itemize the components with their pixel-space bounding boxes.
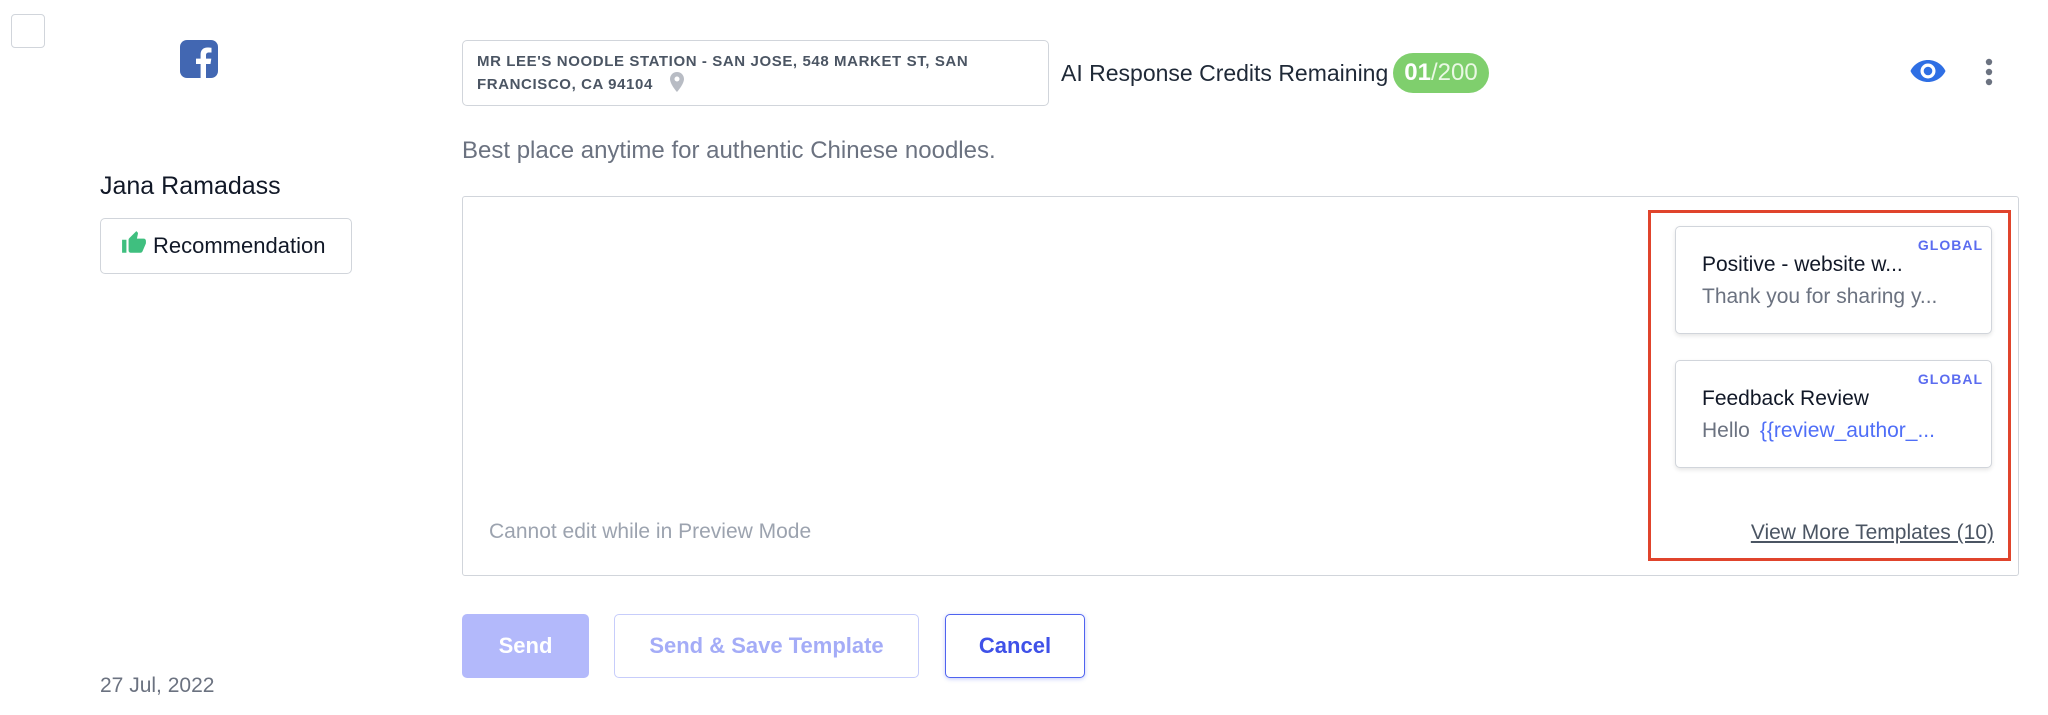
facebook-icon: [180, 40, 218, 78]
thumbs-up-icon: [121, 230, 147, 262]
template-scope-badge: GLOBAL: [1917, 371, 1983, 387]
template-title: Positive - website w...: [1702, 253, 1903, 276]
ai-credits-badge: 01/200: [1393, 53, 1489, 93]
view-more-templates-link[interactable]: View More Templates (10): [1751, 521, 1994, 545]
location-line-1: MR LEE'S NOODLE STATION - SAN JOSE, 548 …: [477, 53, 969, 70]
location-line-2: FRANCISCO, CA 94104: [477, 75, 653, 93]
recommendation-label: Recommendation: [153, 233, 326, 258]
send-button[interactable]: Send: [462, 614, 589, 678]
map-pin-icon: [669, 72, 684, 98]
cancel-button[interactable]: Cancel: [945, 614, 1085, 678]
templates-panel: GLOBAL Positive - website w... Thank you…: [1648, 210, 2011, 561]
template-preview: Hello {{review_author_...: [1702, 419, 1967, 443]
review-text: Best place anytime for authentic Chinese…: [462, 137, 996, 164]
recommendation-badge: Recommendation: [100, 218, 352, 274]
template-preview: Thank you for sharing y...: [1702, 285, 1967, 309]
credits-total: /200: [1430, 59, 1478, 86]
template-title: Feedback Review: [1702, 387, 1869, 410]
send-save-template-button[interactable]: Send & Save Template: [614, 614, 919, 678]
location-selector[interactable]: MR LEE'S NOODLE STATION - SAN JOSE, 548 …: [462, 40, 1049, 106]
template-card[interactable]: GLOBAL Feedback Review Hello {{review_aut…: [1675, 360, 1992, 468]
credits-used: 01: [1404, 59, 1431, 86]
review-date: 27 Jul, 2022: [100, 674, 215, 697]
more-options-icon[interactable]: [1985, 58, 1993, 91]
template-scope-badge: GLOBAL: [1917, 237, 1983, 253]
preview-eye-icon[interactable]: [1910, 59, 1946, 88]
ai-credits-label: AI Response Credits Remaining: [1061, 60, 1389, 86]
template-body-text: Thank you for sharing y...: [1702, 285, 1938, 308]
select-checkbox[interactable]: [11, 14, 45, 48]
review-author-name: Jana Ramadass: [100, 172, 281, 200]
preview-mode-note: Cannot edit while in Preview Mode: [489, 520, 812, 543]
template-card[interactable]: GLOBAL Positive - website w... Thank you…: [1675, 226, 1992, 334]
template-variable: {{review_author_...: [1759, 419, 1935, 442]
template-body-text: Hello: [1702, 419, 1750, 442]
